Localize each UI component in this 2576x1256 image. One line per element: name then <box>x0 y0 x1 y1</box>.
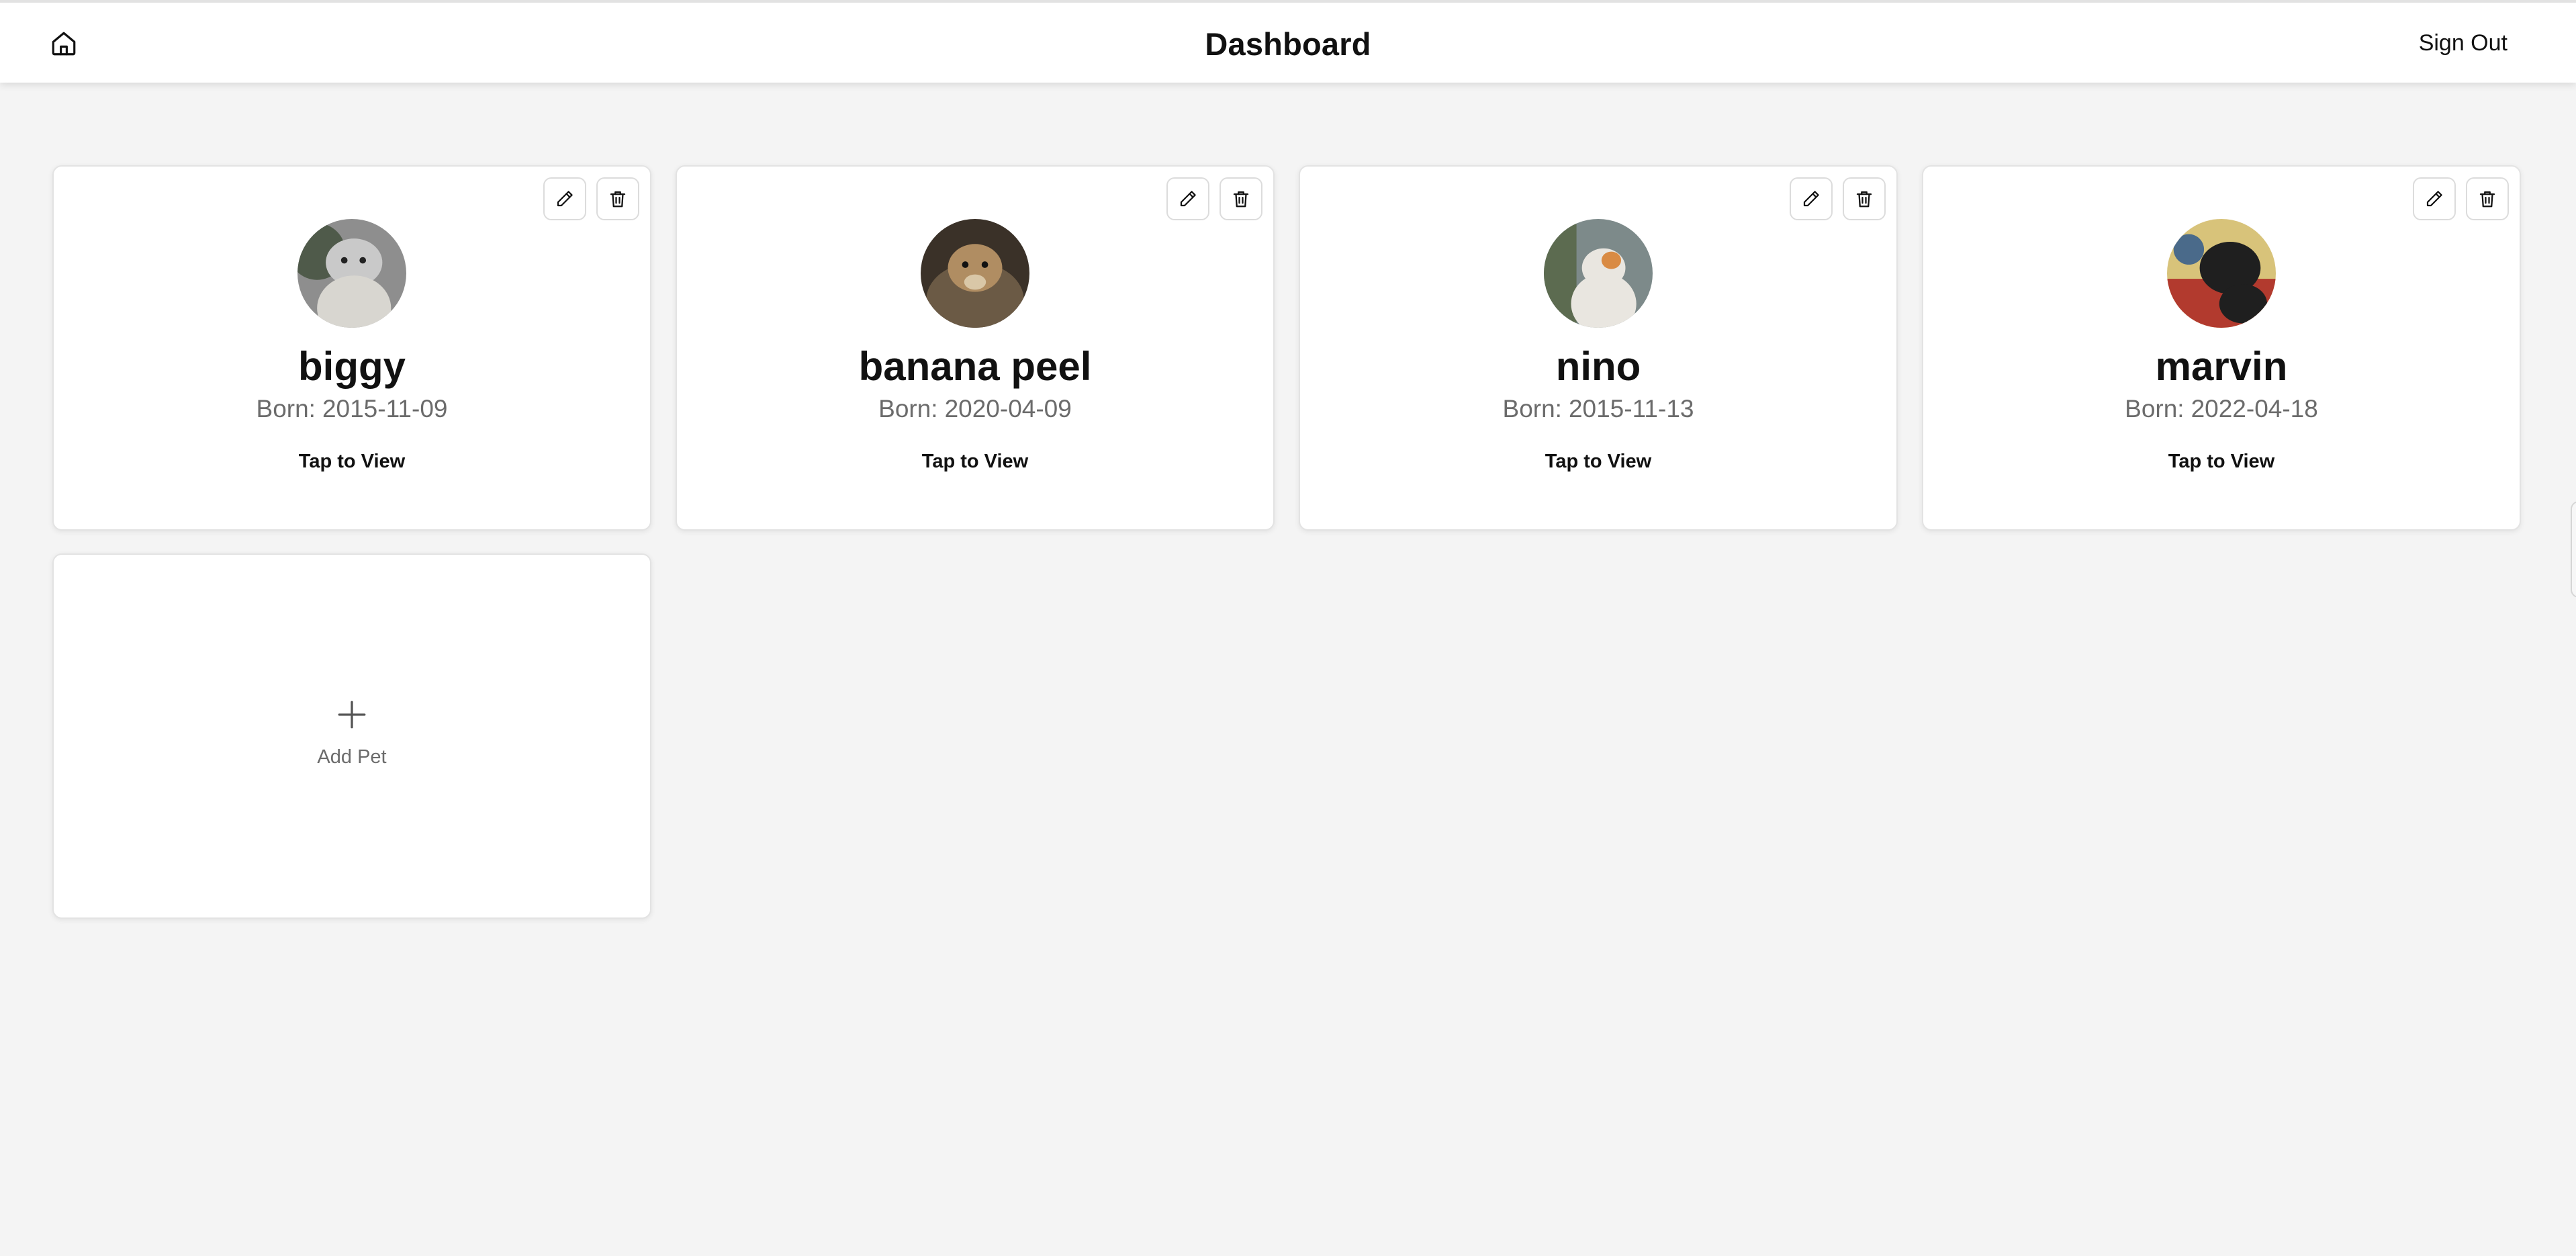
pet-birth-date: Born: 2022-04-18 <box>1923 395 2520 423</box>
add-pet-label: Add Pet <box>317 746 387 768</box>
pet-name: biggy <box>298 344 406 389</box>
pet-card[interactable]: biggy Born: 2015-11-09 Tap to View <box>52 165 651 531</box>
born-label: Born: <box>878 395 938 422</box>
tap-to-view-link[interactable]: Tap to View <box>677 451 1273 473</box>
trash-icon <box>1856 191 1872 208</box>
pet-grid: biggy Born: 2015-11-09 Tap to View banan… <box>52 165 2524 919</box>
born-date: 2015-11-13 <box>1568 395 1694 422</box>
born-label: Born: <box>256 395 316 422</box>
delete-button[interactable] <box>596 177 639 220</box>
sign-out-button[interactable]: Sign Out <box>2419 30 2508 56</box>
tap-to-view-link[interactable]: Tap to View <box>54 451 650 473</box>
tap-to-view-link[interactable]: Tap to View <box>1923 451 2520 473</box>
delete-button[interactable] <box>1220 177 1262 220</box>
card-actions <box>543 177 639 220</box>
edit-button[interactable] <box>1166 177 1209 220</box>
tap-to-view-link[interactable]: Tap to View <box>1300 451 1896 473</box>
pet-name: nino <box>1555 344 1641 389</box>
trash-icon <box>610 191 626 208</box>
pet-photo <box>1544 219 1653 328</box>
delete-button[interactable] <box>1843 177 1886 220</box>
pencil-icon <box>1803 191 1819 207</box>
pencil-icon <box>1180 191 1196 207</box>
delete-button[interactable] <box>2466 177 2509 220</box>
pet-name: marvin <box>2155 344 2288 389</box>
plus-icon <box>335 698 369 731</box>
pet-name: banana peel <box>858 344 1092 389</box>
trash-icon <box>2479 191 2495 208</box>
pet-photo <box>2167 219 2276 328</box>
pet-birth-date: Born: 2015-11-09 <box>54 395 650 423</box>
pet-birth-date: Born: 2015-11-13 <box>1300 395 1896 423</box>
pencil-icon <box>2426 191 2442 207</box>
top-bar: Dashboard Sign Out <box>0 0 2576 83</box>
card-actions <box>2413 177 2509 220</box>
pet-photo <box>297 219 406 328</box>
born-date: 2015-11-09 <box>322 395 448 422</box>
pet-photo <box>921 219 1029 328</box>
page-title: Dashboard <box>1205 26 1371 62</box>
pencil-icon <box>557 191 573 207</box>
born-label: Born: <box>2125 395 2184 422</box>
born-date: 2020-04-09 <box>944 395 1072 422</box>
add-pet-card[interactable]: Add Pet <box>52 553 651 919</box>
born-date: 2022-04-18 <box>2191 395 2318 422</box>
pet-card[interactable]: nino Born: 2015-11-13 Tap to View <box>1299 165 1898 531</box>
card-actions <box>1166 177 1262 220</box>
edit-button[interactable] <box>1790 177 1833 220</box>
side-panel-handle[interactable] <box>2571 501 2576 598</box>
edit-button[interactable] <box>543 177 586 220</box>
trash-icon <box>1233 191 1249 208</box>
pet-card[interactable]: marvin Born: 2022-04-18 Tap to View <box>1922 165 2521 531</box>
born-label: Born: <box>1502 395 1562 422</box>
card-actions <box>1790 177 1886 220</box>
pet-birth-date: Born: 2020-04-09 <box>677 395 1273 423</box>
edit-button[interactable] <box>2413 177 2456 220</box>
pet-card[interactable]: banana peel Born: 2020-04-09 Tap to View <box>676 165 1275 531</box>
